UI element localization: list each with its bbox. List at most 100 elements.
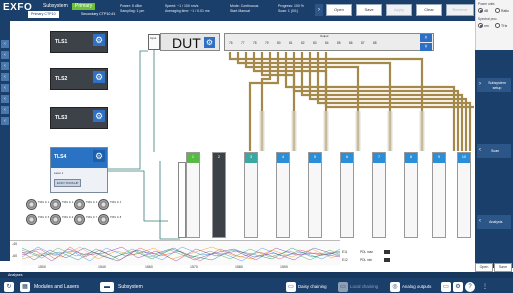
dut-output-bar: Output 76 77 78 79 80 81 82 83 84 85 86 …: [224, 33, 434, 51]
detector-column-9[interactable]: 9: [432, 152, 446, 238]
radio-nm[interactable]: [478, 23, 483, 28]
gear-icon[interactable]: ⚙: [93, 71, 105, 83]
param-power: Power: 5 dBm Sampling: 1 pm: [120, 4, 145, 13]
apply-button[interactable]: Apply: [386, 4, 412, 16]
detector-column-10[interactable]: 10: [457, 152, 471, 238]
local-chain-icon[interactable]: ▭: [338, 282, 348, 292]
trig-label: TRIG In 7: [86, 216, 98, 219]
rail-chevron-icon[interactable]: ‹: [1, 95, 9, 103]
laser-tls1[interactable]: TLS1 ⚙: [50, 31, 108, 53]
remove-button[interactable]: Remove: [446, 4, 474, 16]
trig-port[interactable]: [50, 214, 61, 225]
laser-tls4[interactable]: TLS4 ⚙ Laser 1 EXFO T100S-HP: [50, 147, 108, 193]
open-button[interactable]: Open: [475, 263, 493, 272]
gear-icon[interactable]: ⚙: [204, 37, 215, 48]
trig-port[interactable]: [74, 214, 85, 225]
row-toggle[interactable]: [384, 258, 390, 262]
rail-chevron-icon[interactable]: ‹: [1, 117, 9, 125]
tab-primary[interactable]: Primary: [72, 3, 96, 10]
chevron-right-icon[interactable]: ›: [315, 4, 323, 16]
detector-column-2[interactable]: 2: [212, 152, 226, 238]
detector-column-1[interactable]: 1: [186, 152, 200, 238]
output-number: 87: [361, 41, 365, 45]
save-button[interactable]: Save: [356, 4, 382, 16]
output-number: 79: [265, 41, 269, 45]
detector-column-8[interactable]: 8: [404, 152, 418, 238]
rail-chevron-icon[interactable]: ‹: [1, 40, 9, 48]
gear-icon[interactable]: ⚙: [93, 150, 105, 162]
radio-db[interactable]: [478, 8, 483, 13]
right-panel: › Subsystem setup ‹ Scan ‹ Analysis: [475, 50, 513, 268]
analog-outputs-button[interactable]: Analog outputs: [402, 281, 431, 293]
detector-column-3[interactable]: 3: [244, 152, 258, 238]
output-number: 80: [277, 41, 281, 45]
scan-label: Scan: [491, 149, 500, 153]
left-rail: ‹ ‹ ‹ ‹ ‹ ‹ ‹ ‹: [0, 21, 10, 261]
gear-icon[interactable]: ⚙: [93, 34, 105, 46]
spectrum-traces: [21, 241, 340, 265]
tab-subsystem-bottom[interactable]: Subsystem: [118, 281, 143, 293]
rail-chevron-icon[interactable]: ‹: [1, 84, 9, 92]
trig-port[interactable]: [26, 214, 37, 225]
help-icon[interactable]: ?: [465, 282, 475, 292]
analyses-toggle[interactable]: Analyses: [0, 272, 513, 278]
rail-chevron-icon[interactable]: ‹: [1, 62, 9, 70]
laser-tls2[interactable]: TLS2 ⚙: [50, 68, 108, 90]
radio-thz[interactable]: [495, 23, 500, 28]
trig-port[interactable]: [74, 199, 85, 210]
dut-title: DUT: [172, 35, 201, 51]
chevron-right-icon: ›: [479, 81, 481, 87]
table-row[interactable]: E11 PDL max: [340, 250, 475, 255]
laser-tls4-header: TLS4 ⚙: [51, 148, 107, 168]
trig-port[interactable]: [98, 199, 109, 210]
refresh-icon[interactable]: ↻: [4, 282, 14, 292]
table-row[interactable]: E12 PDL min: [340, 258, 475, 263]
tab-modules-lasers[interactable]: Modules and Lasers: [34, 281, 79, 293]
scan-button[interactable]: ‹ Scan: [477, 144, 511, 158]
subsystem-setup-button[interactable]: › Subsystem setup: [477, 78, 511, 92]
screen-icon[interactable]: ▭: [441, 282, 451, 292]
detector-column-4[interactable]: 4: [276, 152, 290, 238]
subsystem-icon[interactable]: ▬: [100, 282, 114, 292]
detector-column-7[interactable]: 7: [372, 152, 386, 238]
subtab-secondary-ctp10[interactable]: Secondary CTP10 #1: [78, 11, 118, 18]
trig-label: TRIG In 4: [110, 201, 122, 204]
dut-input[interactable]: Input: [148, 34, 160, 50]
more-icon[interactable]: ⋮: [480, 282, 490, 292]
daisy-chaining-button[interactable]: Daisy chaining: [298, 281, 327, 293]
row-id: E11: [342, 250, 348, 254]
gear-icon[interactable]: ⚙: [93, 110, 105, 122]
rail-chevron-icon[interactable]: ‹: [1, 73, 9, 81]
chevron-up-icon[interactable]: ˄: [420, 34, 432, 42]
dut-block[interactable]: DUT ⚙: [160, 33, 220, 51]
gear-icon[interactable]: ⚙: [453, 282, 463, 292]
spectrum-plot[interactable]: -40 -60 1500 1540 1560 1570 1580 1590: [10, 240, 340, 272]
output-number: 88: [373, 41, 377, 45]
radio-ratio-label: Ratio: [501, 8, 509, 13]
radio-ratio[interactable]: [495, 8, 500, 13]
column-title: 10: [458, 153, 470, 163]
rail-chevron-icon[interactable]: ‹: [1, 51, 9, 59]
save-button[interactable]: Save: [494, 263, 512, 272]
detector-column-6[interactable]: 6: [340, 152, 354, 238]
row-toggle[interactable]: [384, 250, 390, 254]
trig-port[interactable]: [26, 199, 37, 210]
daisy-chain-icon[interactable]: ▭: [286, 282, 296, 292]
trig-port[interactable]: [98, 214, 109, 225]
chevron-down-icon[interactable]: ˅: [420, 43, 432, 51]
column-title: 4: [277, 153, 289, 163]
subtab-primary-ctp10[interactable]: Primary CTP10: [28, 11, 59, 18]
clear-button[interactable]: Clear: [416, 4, 442, 16]
laser-label: TLS1: [55, 39, 68, 45]
modules-icon[interactable]: ▦: [20, 282, 30, 292]
rail-chevron-icon[interactable]: ‹: [1, 106, 9, 114]
local-chaining-button[interactable]: Local chaining: [350, 281, 378, 293]
open-button[interactable]: Open: [326, 4, 352, 16]
trig-port[interactable]: [50, 199, 61, 210]
laser-tls3[interactable]: TLS3 ⚙: [50, 107, 108, 129]
analog-outputs-icon[interactable]: ◎: [390, 282, 400, 292]
column-title: 3: [245, 153, 257, 163]
detector-column-5[interactable]: 5: [308, 152, 322, 238]
tab-subsystem[interactable]: Subsystem: [40, 3, 71, 10]
analysis-button[interactable]: ‹ Analysis: [477, 215, 511, 229]
